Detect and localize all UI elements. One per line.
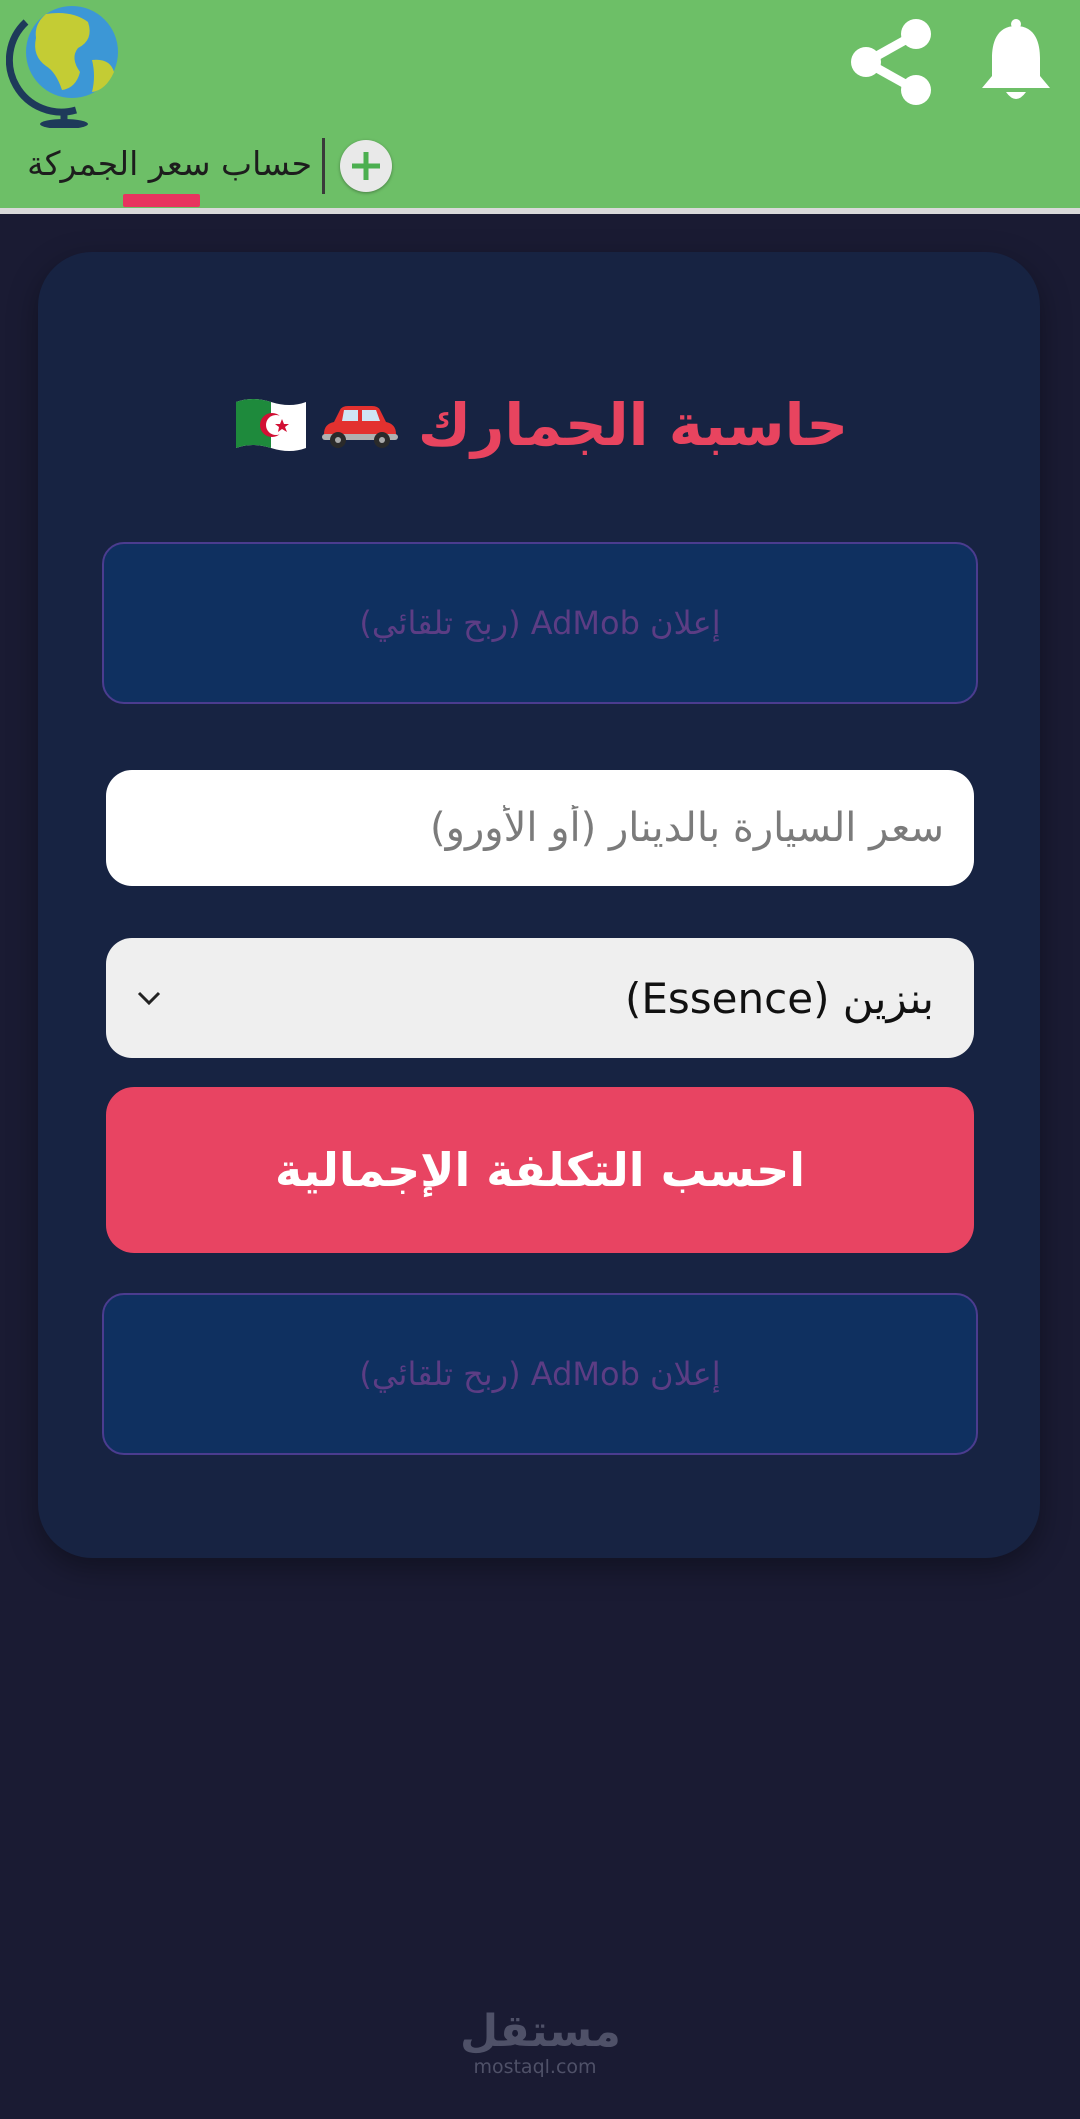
tab-indicator [123,194,200,207]
add-tab-icon[interactable] [340,140,392,192]
watermark-domain: mostaql.com [473,2056,597,2078]
car-icon [321,406,398,448]
calculate-total-button[interactable]: احسب التكلفة الإجمالية [106,1087,974,1253]
app-bar: حساب سعر الجمركة [0,0,1080,208]
car-price-input[interactable] [106,770,974,886]
fuel-type-value: بنزين (Essence) [624,973,934,1023]
ad-banner-top[interactable]: إعلان AdMob (ربح تلقائي) [102,542,978,704]
tab-customs-calc[interactable]: حساب سعر الجمركة [0,138,312,188]
title-text: حاسبة الجمارك [417,391,849,459]
ad-label: إعلان AdMob (ربح تلقائي) [359,1355,721,1393]
share-icon[interactable] [846,16,936,108]
bell-icon[interactable] [980,18,1052,104]
chevron-down-icon [137,991,161,1006]
globe-icon[interactable] [6,0,121,128]
tab-divider [322,138,325,194]
tab-label: حساب سعر الجمركة [27,143,312,183]
fuel-type-select[interactable]: بنزين (Essence) [106,938,974,1058]
watermark-arabic: مستقل [460,2006,621,2057]
ad-banner-bottom[interactable]: إعلان AdMob (ربح تلقائي) [102,1293,978,1455]
page-title: حاسبة الجمارك [0,380,1080,470]
algeria-flag-icon [235,399,306,451]
ad-label: إعلان AdMob (ربح تلقائي) [359,604,721,642]
app-bar-divider [0,208,1080,214]
mostaql-watermark: مستقل mostaql.com [460,2006,621,2079]
calculate-button-label: احسب التكلفة الإجمالية [274,1143,806,1197]
